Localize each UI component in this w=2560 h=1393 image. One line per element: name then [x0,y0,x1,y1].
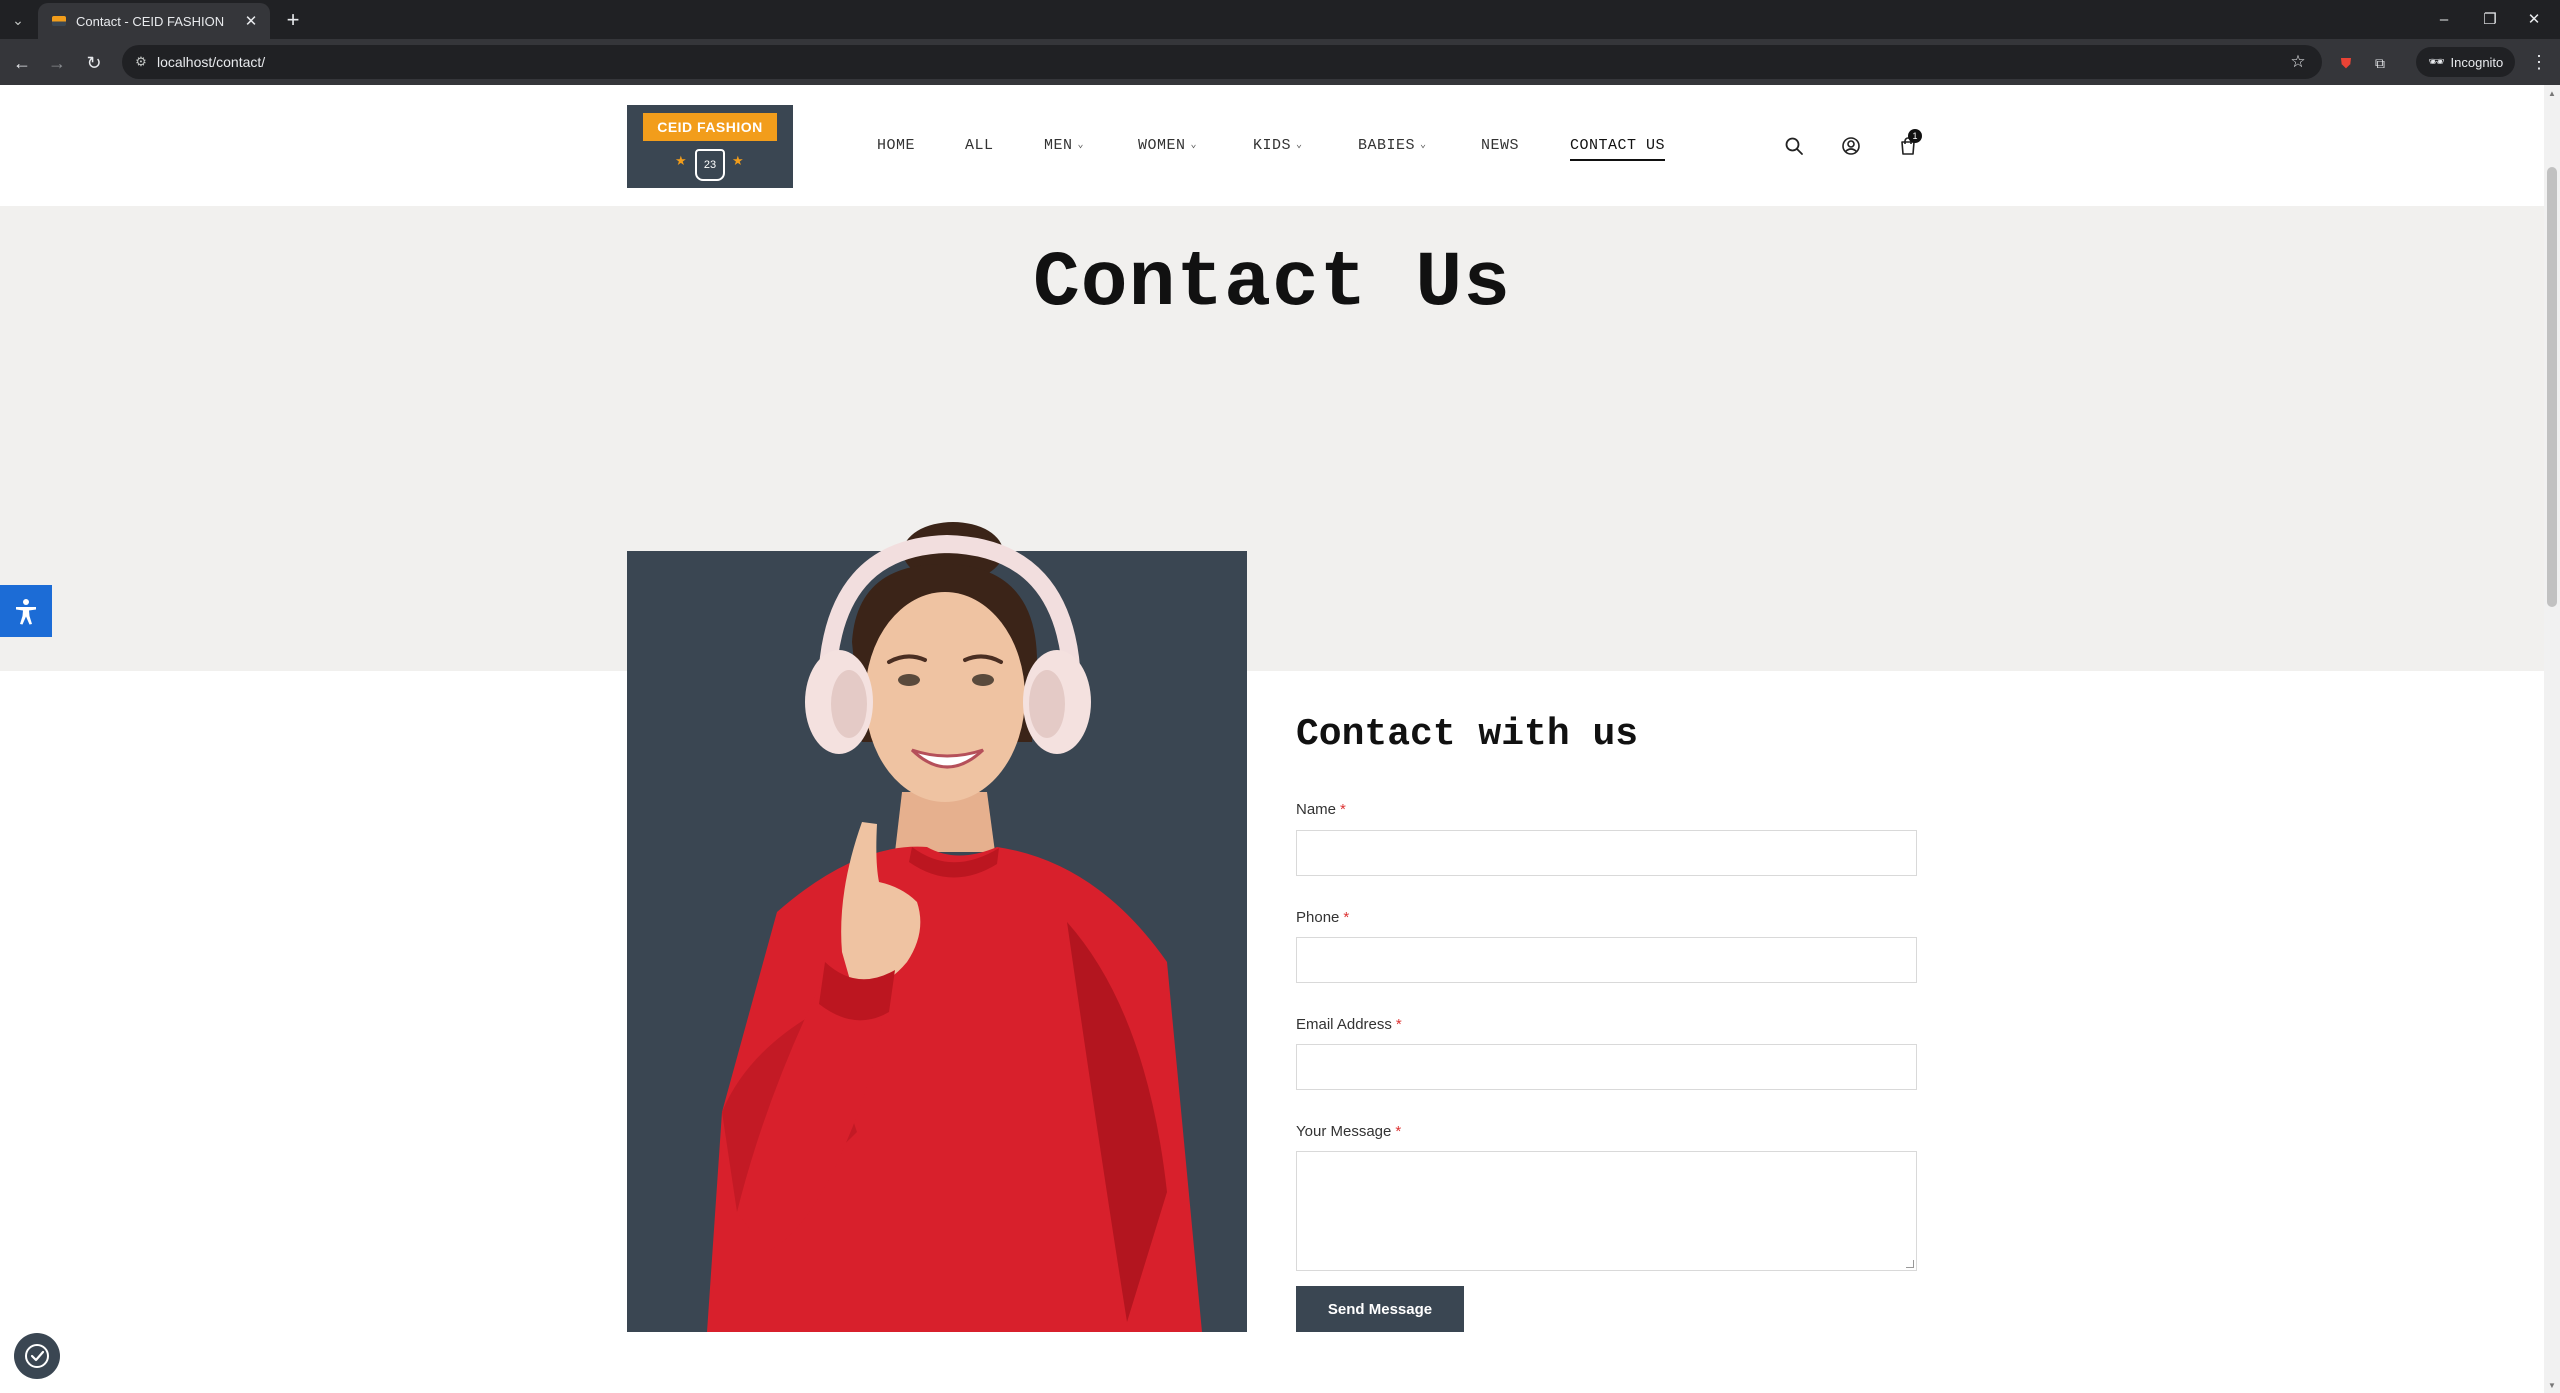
browser-toolbar: ← → ↻ ⚙ localhost/contact/ ☆ ⛊ ⧉ 🕶 Incog… [0,39,2560,85]
nav-item-news[interactable]: NEWS [1481,133,1519,157]
site-info-icon[interactable]: ⚙ [130,51,152,73]
extensions-puzzle-icon[interactable]: ⧉ [2369,52,2391,74]
accessibility-button[interactable] [0,585,52,637]
tab-title: Contact - CEID FASHION [76,13,225,29]
logo-star-icon: ★ [675,153,687,168]
bookmark-star-icon[interactable]: ☆ [2286,50,2310,74]
site-header: CEID FASHION ★ 23 ★ HOME ALL MEN ⌄ WOMEN ⌄… [0,85,2544,206]
nav-item-babies[interactable]: BABIES ⌄ [1358,133,1427,157]
site-logo[interactable]: CEID FASHION ★ 23 ★ [627,105,793,188]
extension-shield-icon[interactable]: ⛊ [2335,52,2357,74]
logo-jersey-badge: 23 [695,149,725,181]
browser-menu-icon[interactable]: ⋮ [2528,51,2550,73]
chevron-down-icon: ⌄ [1420,140,1427,151]
nav-item-kids[interactable]: KIDS ⌄ [1253,133,1303,157]
message-textarea[interactable] [1296,1151,1917,1271]
name-label: Name * [1296,801,1346,818]
scrollbar-thumb[interactable] [2547,167,2557,607]
page-title: Contact Us [1032,240,1512,328]
logo-text: CEID FASHION [643,113,777,141]
contact-model-photo [627,522,1247,1332]
logo-star-icon: ★ [732,153,744,168]
page-scrollbar[interactable]: ▲ ▼ [2544,85,2560,1393]
address-bar[interactable]: ⚙ localhost/contact/ ☆ [122,45,2322,79]
tab-search-chevron-icon[interactable]: ⌄ [6,8,30,32]
reload-icon[interactable]: ↻ [80,49,108,77]
scroll-up-arrow-icon[interactable]: ▲ [2544,85,2560,101]
close-window-icon[interactable]: ✕ [2514,6,2554,32]
cookie-consent-icon [25,1344,49,1368]
back-arrow-icon[interactable]: ← [8,49,36,77]
cart-count-badge: 1 [1908,129,1922,143]
phone-field[interactable] [1296,937,1917,983]
incognito-icon: 🕶 [2428,54,2445,69]
incognito-indicator[interactable]: 🕶 Incognito [2416,47,2516,77]
phone-label: Phone * [1296,909,1350,926]
accessibility-icon [16,599,36,625]
url-text[interactable]: localhost/contact/ [157,54,265,70]
model-illustration [707,522,1202,1332]
nav-item-home[interactable]: HOME [877,133,915,157]
email-label: Email Address * [1296,1016,1402,1033]
scroll-down-arrow-icon[interactable]: ▼ [2544,1377,2560,1393]
nav-item-women[interactable]: WOMEN ⌄ [1138,133,1197,157]
form-title: Contact with us [1296,713,1639,756]
chevron-down-icon: ⌄ [1296,140,1303,151]
forward-arrow-icon[interactable]: → [43,49,71,77]
send-message-button[interactable]: Send Message [1296,1286,1464,1332]
tab-close-icon[interactable]: ✕ [242,12,260,30]
chevron-down-icon: ⌄ [1077,140,1085,151]
minimize-icon[interactable]: – [2424,6,2464,32]
message-label: Your Message * [1296,1123,1402,1140]
search-icon[interactable] [1781,133,1807,159]
account-icon[interactable] [1838,133,1864,159]
web-page: CEID FASHION ★ 23 ★ HOME ALL MEN ⌄ WOMEN ⌄… [0,85,2544,1393]
resize-handle-icon[interactable] [1906,1260,1914,1268]
nav-item-contact-us[interactable]: CONTACT US [1570,133,1666,161]
incognito-label: Incognito [2450,54,2504,70]
name-field[interactable] [1296,830,1917,876]
nav-item-all[interactable]: ALL [965,133,994,157]
browser-tab-active[interactable]: Contact - CEID FASHION ✕ [38,3,270,39]
browser-tabstrip: ⌄ Contact - CEID FASHION ✕ + – ❐ ✕ [0,0,2560,39]
new-tab-plus-icon[interactable]: + [280,7,306,33]
chevron-down-icon: ⌄ [1190,140,1198,151]
nav-item-men[interactable]: MEN ⌄ [1044,133,1084,157]
favicon-icon [52,16,66,26]
cookie-consent-button[interactable] [14,1333,60,1379]
restore-icon[interactable]: ❐ [2470,6,2510,32]
email-field[interactable] [1296,1044,1917,1090]
